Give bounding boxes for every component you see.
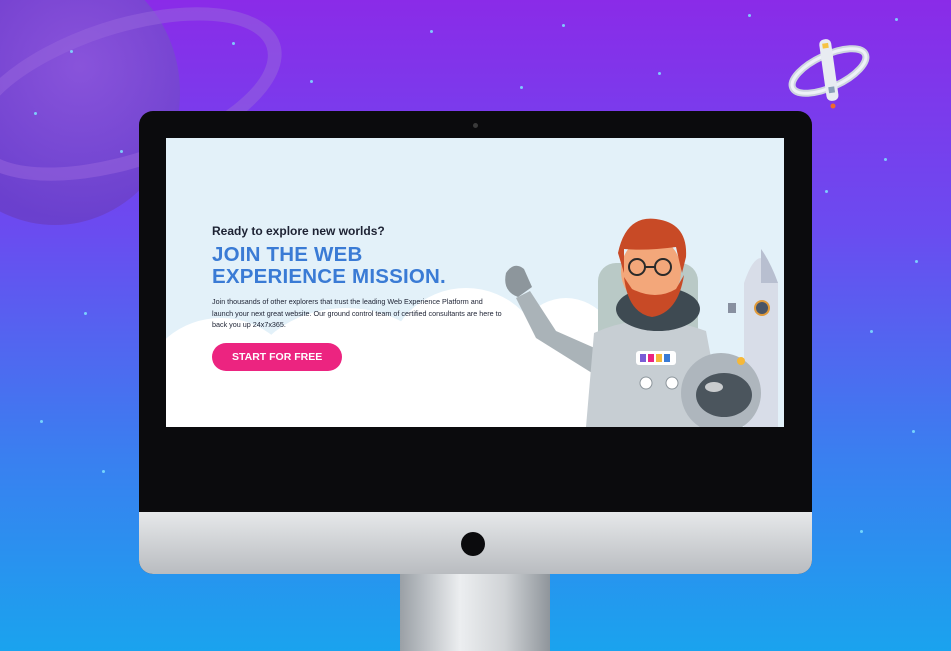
webcam xyxy=(473,123,478,128)
start-for-free-button[interactable]: START FOR FREE xyxy=(212,342,343,371)
website-screen: Ready to explore new worlds? JOIN THE WE… xyxy=(166,138,784,427)
hero-section: Ready to explore new worlds? JOIN THE WE… xyxy=(212,224,512,371)
hero-headline: JOIN THE WEB EXPERIENCE MISSION. xyxy=(212,244,512,288)
hero-headline-line-2: EXPERIENCE MISSION. xyxy=(212,265,446,288)
monitor-frame: Ready to explore new worlds? JOIN THE WE… xyxy=(139,111,812,574)
apple-logo-icon xyxy=(461,532,485,556)
hero-headline-line-1: JOIN THE WEB xyxy=(212,243,363,266)
space-station-illustration xyxy=(788,39,870,109)
hero-kicker: Ready to explore new worlds? xyxy=(212,224,385,238)
monitor-stand xyxy=(400,574,550,651)
astronaut-illustration xyxy=(505,218,778,427)
hero-description: Join thousands of other explorers that t… xyxy=(212,297,502,329)
